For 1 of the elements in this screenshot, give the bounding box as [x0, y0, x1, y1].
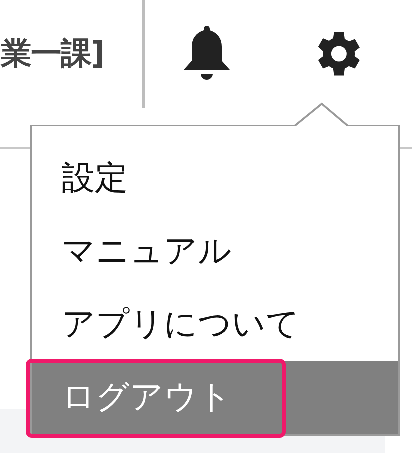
header-title: 業一課]: [1, 35, 104, 74]
